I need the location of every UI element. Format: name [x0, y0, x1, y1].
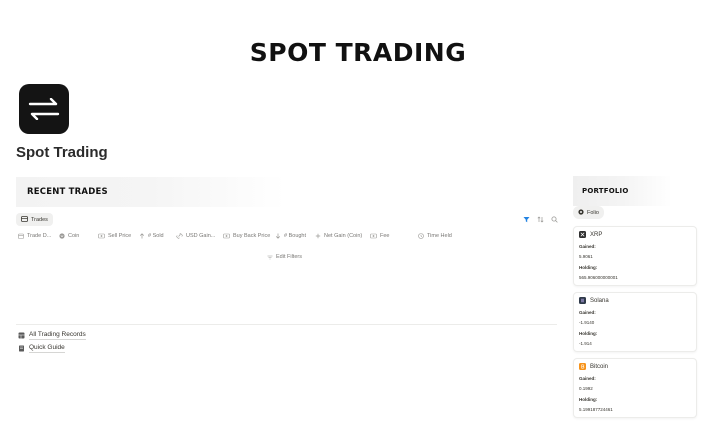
recent-trades-heading-text: RECENT TRADES [27, 187, 108, 197]
column-label: Buy Back Price [233, 233, 271, 239]
link-relation-icon [176, 233, 183, 239]
column-label: # Bought [284, 233, 307, 239]
recent-trades-heading: RECENT TRADES [16, 177, 556, 207]
target-icon [578, 208, 584, 217]
currency-icon [223, 233, 230, 239]
column-label: # Sold [148, 233, 164, 239]
solana-icon [579, 297, 586, 304]
sort-icon[interactable] [536, 215, 544, 223]
coin-name: Bitcoin [590, 363, 609, 370]
link-quick-guide[interactable]: Quick Guide [18, 343, 65, 353]
gained-label: Gained: [579, 244, 596, 249]
link-all-trading-records[interactable]: All Trading Records [18, 330, 86, 340]
filter-lines-icon [267, 255, 273, 259]
column-label: Coin [68, 233, 80, 239]
gained-label: Gained: [579, 310, 596, 315]
column-sold[interactable]: # Sold [139, 233, 164, 239]
portfolio-heading-text: PORTFOLIO [582, 187, 629, 195]
column-buy-back-price[interactable]: Buy Back Price [223, 233, 270, 239]
column-trade-date[interactable]: Trade D... [18, 233, 51, 239]
holding-value: 5.199187724461 [579, 407, 613, 412]
page-title: Spot Trading [16, 144, 108, 161]
column-label: Fee [380, 233, 390, 239]
holding-label: Holding: [579, 265, 598, 270]
tab-trades-label: Trades [31, 216, 48, 223]
column-bought[interactable]: # Bought [275, 233, 306, 239]
clock-icon [418, 233, 424, 239]
column-label: Time Held [427, 233, 452, 239]
column-label: USD Gain... [186, 233, 216, 239]
coin-name: XRP [590, 231, 603, 238]
select-circle-icon [59, 233, 65, 239]
bitcoin-icon [579, 363, 586, 370]
portfolio-card-solana[interactable]: Solana Gained: -1.9140 Holding: -1.914 [573, 292, 697, 352]
holding-label: Holding: [579, 397, 598, 402]
gained-value: -1.9140 [579, 320, 595, 325]
currency-icon [370, 233, 377, 239]
search-icon[interactable] [550, 215, 558, 223]
divider [16, 324, 557, 325]
column-time-held[interactable]: Time Held [418, 233, 452, 239]
tab-folio-label: Folio [587, 209, 599, 216]
database-icon [18, 332, 25, 338]
arrow-down-icon [275, 233, 281, 239]
tab-folio[interactable]: Folio [573, 206, 604, 219]
currency-icon [98, 233, 105, 239]
link-label: Quick Guide [29, 344, 65, 353]
holding-value: 565.906000000001 [579, 275, 618, 280]
link-label: All Trading Records [29, 331, 86, 340]
arrows-swap-icon[interactable] [19, 84, 69, 134]
holding-value: -1.914 [579, 341, 592, 346]
banner-title: SPOT TRADING [249, 38, 467, 67]
coin-name: Solana [590, 297, 609, 304]
portfolio-card-bitcoin[interactable]: Bitcoin Gained: 0.1992 Holding: 5.199187… [573, 358, 697, 418]
sigma-icon [315, 233, 321, 239]
column-label: Net Gain (Coin) [324, 233, 363, 239]
edit-filters-button[interactable]: Edit Filters [267, 254, 302, 260]
column-label: Sell Price [108, 233, 132, 239]
column-fee[interactable]: Fee [370, 233, 389, 239]
gained-value: 5.9061 [579, 254, 593, 259]
table-view-icon [21, 215, 28, 224]
column-coin[interactable]: Coin [59, 233, 79, 239]
portfolio-heading: PORTFOLIO [573, 176, 697, 206]
tab-trades[interactable]: Trades [16, 213, 53, 226]
column-usd-gain[interactable]: USD Gain... [176, 233, 215, 239]
arrow-up-icon [139, 233, 145, 239]
gained-value: 0.1992 [579, 386, 593, 391]
holding-label: Holding: [579, 331, 598, 336]
portfolio-card-xrp[interactable]: XRP Gained: 5.9061 Holding: 565.90600000… [573, 226, 697, 286]
column-sell-price[interactable]: Sell Price [98, 233, 131, 239]
edit-filters-label: Edit Filters [276, 254, 302, 260]
column-label: Trade D... [27, 233, 52, 239]
xrp-icon [579, 231, 586, 238]
calendar-icon [18, 233, 24, 239]
column-net-gain[interactable]: Net Gain (Coin) [315, 233, 362, 239]
gained-label: Gained: [579, 376, 596, 381]
filter-icon[interactable] [522, 215, 530, 223]
book-icon [19, 345, 24, 351]
